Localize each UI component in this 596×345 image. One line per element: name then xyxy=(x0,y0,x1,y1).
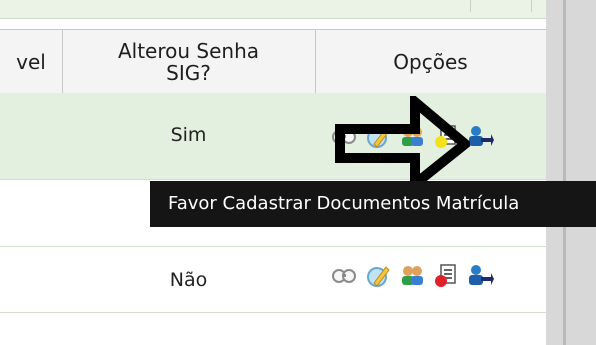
transfer-user-icon[interactable] xyxy=(466,261,494,289)
tooltip: Favor Cadastrar Documentos Matrícula xyxy=(150,181,596,227)
transfer-user-icon[interactable] xyxy=(466,122,494,150)
header-line-1: Alterou Senha xyxy=(117,38,260,63)
column-header-vel[interactable]: vel xyxy=(0,30,63,93)
scroll-gutter-edge xyxy=(563,0,566,345)
document-status-icon[interactable] xyxy=(432,261,460,289)
column-header-alterou-senha-label: Alterou Senha SIG? xyxy=(118,40,259,84)
users-icon[interactable] xyxy=(398,261,426,289)
annotation-arrow-icon xyxy=(335,96,470,186)
top-bar-controls xyxy=(470,0,532,12)
edit-pencil-icon[interactable] xyxy=(364,261,392,289)
header-line-2: SIG? xyxy=(166,60,211,85)
row-options xyxy=(330,261,530,289)
alterou-senha-value: Não xyxy=(169,269,208,291)
table-row[interactable] xyxy=(0,312,546,345)
scroll-gutter[interactable] xyxy=(546,0,596,345)
screenshot-frame: vel Alterou Senha SIG? Opções Sim Não Fa… xyxy=(0,0,596,345)
column-header-opcoes[interactable]: Opções xyxy=(315,30,546,93)
top-bar xyxy=(0,0,546,19)
view-icon[interactable] xyxy=(330,261,358,289)
column-header-vel-label: vel xyxy=(16,49,46,74)
table-row[interactable]: Não xyxy=(0,246,546,313)
alterou-senha-value: Sim xyxy=(170,124,207,146)
column-header-alterou-senha[interactable]: Alterou Senha SIG? xyxy=(62,30,316,93)
table-header: vel Alterou Senha SIG? Opções xyxy=(0,29,546,94)
column-header-opcoes-label: Opções xyxy=(393,49,468,74)
tooltip-text: Favor Cadastrar Documentos Matrícula xyxy=(168,193,520,214)
